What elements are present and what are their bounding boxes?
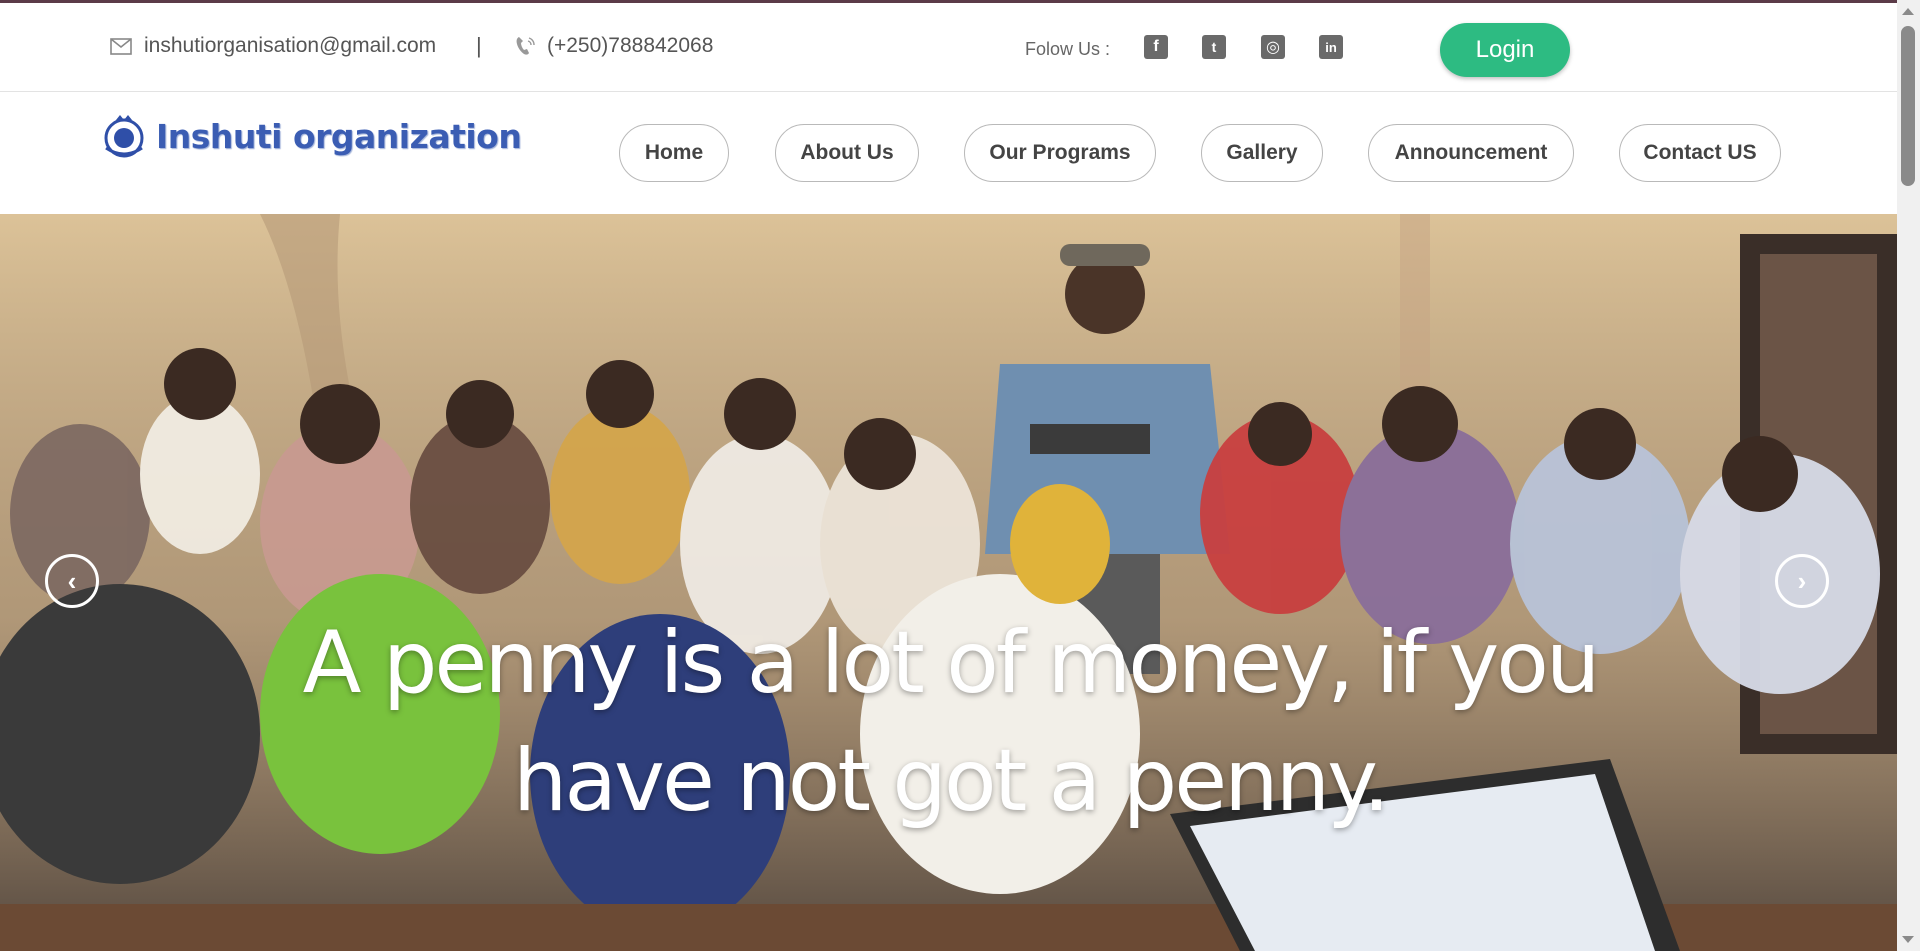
mail-icon (110, 37, 132, 55)
nav-gallery[interactable]: Gallery (1201, 124, 1323, 182)
hero-quote: A penny is a lot of money, if you have n… (302, 613, 1601, 831)
chevron-left-icon: ‹ (67, 565, 77, 596)
login-button[interactable]: Login (1440, 23, 1570, 77)
phone-text: (+250)788842068 (547, 34, 714, 57)
phone-icon (516, 37, 535, 55)
phone-contact[interactable]: (+250)788842068 (515, 34, 713, 58)
brand-name: Inshuti organization (156, 116, 522, 156)
linkedin-icon[interactable]: in (1319, 35, 1343, 59)
nav-contact-us[interactable]: Contact US (1619, 124, 1781, 182)
hero-background-photo (0, 214, 1897, 951)
facebook-icon[interactable]: f (1144, 35, 1168, 59)
follow-us-label: Folow Us : (1025, 39, 1111, 59)
email-text: inshutiorganisation@gmail.com (144, 34, 437, 57)
logo-emblem-icon (104, 115, 144, 158)
contact-separator: | (476, 33, 482, 58)
top-bar: inshutiorganisation@gmail.com | (+250)78… (0, 3, 1897, 92)
nav-our-programs[interactable]: Our Programs (964, 124, 1156, 182)
chevron-right-icon: › (1797, 565, 1807, 596)
carousel-prev-button[interactable]: ‹ (45, 554, 99, 608)
scrollbar-thumb[interactable] (1901, 26, 1915, 186)
carousel-next-button[interactable]: › (1775, 554, 1829, 608)
brand-logo[interactable]: Inshuti organization (100, 112, 522, 160)
hero-carousel: ‹ › A penny is a lot of money, if you ha… (0, 214, 1897, 951)
scroll-up-arrow-icon[interactable] (1902, 8, 1914, 15)
nav-announcement[interactable]: Announcement (1368, 124, 1574, 182)
nav-home[interactable]: Home (619, 124, 729, 182)
twitter-icon[interactable]: t (1202, 35, 1226, 59)
instagram-icon[interactable]: ◎ (1261, 35, 1285, 59)
nav-about-us[interactable]: About Us (775, 124, 919, 182)
scroll-down-arrow-icon[interactable] (1902, 936, 1914, 943)
page-scrollbar[interactable] (1897, 0, 1920, 951)
email-contact[interactable]: inshutiorganisation@gmail.com (110, 34, 436, 58)
